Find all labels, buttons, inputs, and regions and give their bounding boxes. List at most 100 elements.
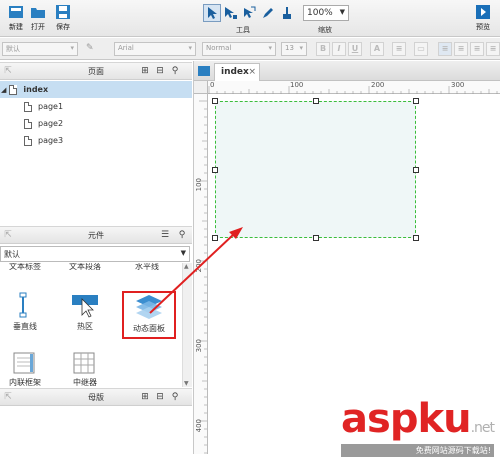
font-weight-select[interactable]: Normal ▾ [202, 42, 276, 56]
chevron-down-icon: ▼ [339, 8, 345, 16]
bold-button[interactable]: B [316, 42, 330, 56]
zoom-label: 缩放 [318, 26, 332, 34]
widget-label-cut: 文本段落 [69, 263, 101, 271]
zoom-value: 100% [307, 8, 333, 18]
widgets-panel-header: ⇱ 元件 ☰ ⚲ [0, 226, 192, 244]
ruler-corner [194, 81, 208, 94]
font-size-select[interactable]: 13 ▾ [281, 42, 307, 56]
chevron-down-icon: ▾ [70, 44, 74, 52]
add-folder-icon[interactable]: ⊟ [155, 66, 165, 76]
open-button[interactable]: 打开 [25, 4, 51, 32]
ruler-label: 400 [195, 419, 203, 433]
pages-panel-header: ⇱ 页面 ⊞ ⊟ ⚲ [0, 62, 192, 80]
widget-repeater[interactable]: 中继器 [60, 351, 110, 387]
widget-label: 热区 [77, 322, 93, 331]
page-icon [24, 101, 32, 112]
font-color-button[interactable]: A [370, 42, 384, 56]
close-icon[interactable]: × [248, 64, 256, 80]
sitemap-icon[interactable] [197, 65, 211, 79]
align-justify-button[interactable]: ≡ [486, 42, 500, 56]
expand-arrow-icon[interactable]: ◢ [1, 86, 6, 94]
library-select[interactable]: 默认 ▼ [0, 246, 190, 262]
ruler-label: 300 [451, 81, 465, 89]
size-value: 13 [285, 44, 294, 52]
font-value: Arial [118, 44, 134, 52]
style-select[interactable]: 默认 ▾ [2, 42, 78, 56]
search-icon[interactable]: ⚲ [177, 230, 187, 240]
preview-label: 预览 [476, 23, 490, 31]
resize-handle[interactable] [212, 235, 218, 241]
add-page-icon[interactable]: ⊞ [140, 66, 150, 76]
tree-item-page2[interactable]: page2 [24, 115, 63, 132]
widget-vertical-line[interactable]: 垂直线 [0, 291, 50, 332]
resize-handle[interactable] [413, 167, 419, 173]
tab-index[interactable]: index × [214, 63, 260, 81]
scroll-down-icon[interactable]: ▼ [184, 380, 189, 387]
tree-item-label: page1 [38, 102, 64, 111]
underline-button[interactable]: U [348, 42, 362, 56]
resize-handle[interactable] [413, 98, 419, 104]
tree-item-label: index [23, 85, 49, 94]
masters-panel-header: ⇱ 母版 ⊞ ⊟ ⚲ [0, 388, 192, 406]
page-icon [24, 135, 32, 146]
search-icon[interactable]: ⚲ [170, 66, 180, 76]
select-tool[interactable] [203, 4, 221, 22]
chevron-down-icon: ▾ [268, 44, 272, 52]
widget-hotspot[interactable]: 热区 [60, 291, 110, 332]
crop-tool[interactable] [240, 4, 258, 22]
fill-color-button[interactable]: ▭ [414, 42, 428, 56]
tree-item-label: page3 [38, 136, 64, 145]
font-select[interactable]: Arial ▾ [114, 42, 196, 56]
add-folder-icon[interactable]: ⊟ [155, 392, 165, 402]
folder-icon [31, 8, 45, 18]
tree-item-page3[interactable]: page3 [24, 132, 63, 149]
masters-list [0, 407, 192, 454]
ruler-label: 300 [195, 339, 203, 353]
play-icon [476, 5, 490, 19]
resize-handle[interactable] [212, 98, 218, 104]
tree-item-page1[interactable]: page1 [24, 98, 63, 115]
style-edit-icon[interactable]: ✎ [86, 43, 94, 53]
ruler-label: 0 [210, 81, 215, 89]
dynamic-panel-widget[interactable] [212, 98, 419, 241]
watermark-suffix: .net [470, 420, 495, 436]
search-icon[interactable]: ⚲ [170, 392, 180, 402]
layers-icon [136, 295, 162, 319]
tree-item-label: page2 [38, 119, 64, 128]
resize-handle[interactable] [413, 235, 419, 241]
widget-label: 垂直线 [13, 322, 37, 331]
preview-button[interactable]: 预览 [470, 4, 496, 32]
align-left-button[interactable]: ≡ [438, 42, 452, 56]
page-icon [9, 84, 18, 95]
scroll-up-icon[interactable]: ▲ [184, 263, 189, 270]
align-center-button[interactable]: ≡ [454, 42, 468, 56]
save-icon [56, 5, 70, 19]
widget-label: 内联框架 [9, 378, 41, 387]
resize-handle[interactable] [313, 98, 319, 104]
library-value: 默认 [4, 250, 20, 259]
menu-icon[interactable]: ☰ [160, 230, 170, 240]
add-master-icon[interactable]: ⊞ [140, 392, 150, 402]
chevron-down-icon: ▾ [299, 44, 303, 52]
widget-label: 中继器 [73, 378, 97, 387]
italic-button[interactable]: I [332, 42, 346, 56]
crop-icon [244, 6, 256, 18]
format-painter-tool[interactable] [278, 4, 296, 22]
align-right-button[interactable]: ≡ [470, 42, 484, 56]
line-color-button[interactable]: ≡ [392, 42, 406, 56]
open-label: 打开 [31, 23, 45, 31]
new-file-icon [9, 6, 23, 18]
zoom-select[interactable]: 100% ▼ [303, 5, 349, 21]
connect-tool[interactable] [221, 4, 239, 22]
widgets-scrollbar[interactable]: ▲ ▼ [182, 263, 192, 387]
save-button[interactable]: 保存 [50, 4, 76, 32]
watermark-logo: aspku [341, 396, 472, 442]
chevron-down-icon: ▾ [188, 44, 192, 52]
widget-dynamic-panel[interactable]: 动态面板 [122, 291, 176, 339]
pen-tool[interactable] [259, 4, 277, 22]
resize-handle[interactable] [313, 235, 319, 241]
resize-handle[interactable] [212, 167, 218, 173]
widget-inline-frame[interactable]: 内联框架 [0, 351, 50, 387]
widget-label-cut: 水平线 [135, 263, 159, 271]
tree-item-index[interactable]: ◢ index [0, 81, 192, 98]
